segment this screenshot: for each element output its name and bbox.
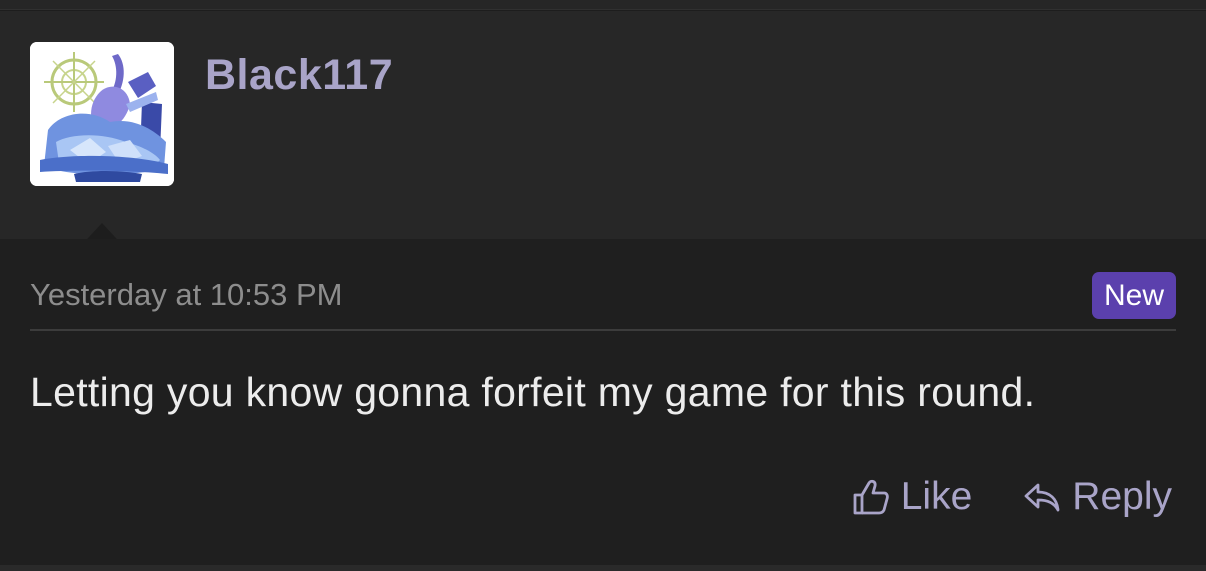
like-label: Like bbox=[900, 475, 973, 518]
thumbs-up-icon bbox=[853, 479, 889, 515]
top-divider bbox=[0, 0, 1206, 10]
timestamp[interactable]: Yesterday at 10:53 PM bbox=[30, 277, 343, 313]
page: Black117 Yesterday at 10:53 PM New Letti… bbox=[0, 0, 1206, 571]
post-user-header: Black117 bbox=[0, 11, 1206, 251]
reply-label: Reply bbox=[1072, 475, 1172, 518]
bottom-divider bbox=[0, 565, 1206, 571]
message-actions: Like Reply bbox=[851, 475, 1172, 519]
new-badge: New bbox=[1091, 272, 1176, 319]
reply-arrow-icon bbox=[1024, 483, 1060, 512]
message-body: Yesterday at 10:53 PM New Letting you kn… bbox=[0, 239, 1206, 565]
avatar[interactable] bbox=[30, 42, 174, 186]
reply-button[interactable]: Reply bbox=[1022, 475, 1172, 519]
username[interactable]: Black117 bbox=[205, 51, 393, 100]
like-button[interactable]: Like bbox=[851, 475, 973, 519]
message-meta: Yesterday at 10:53 PM New bbox=[30, 269, 1176, 331]
avatar-image bbox=[30, 42, 174, 186]
message-text: Letting you know gonna forfeit my game f… bbox=[30, 369, 1036, 415]
